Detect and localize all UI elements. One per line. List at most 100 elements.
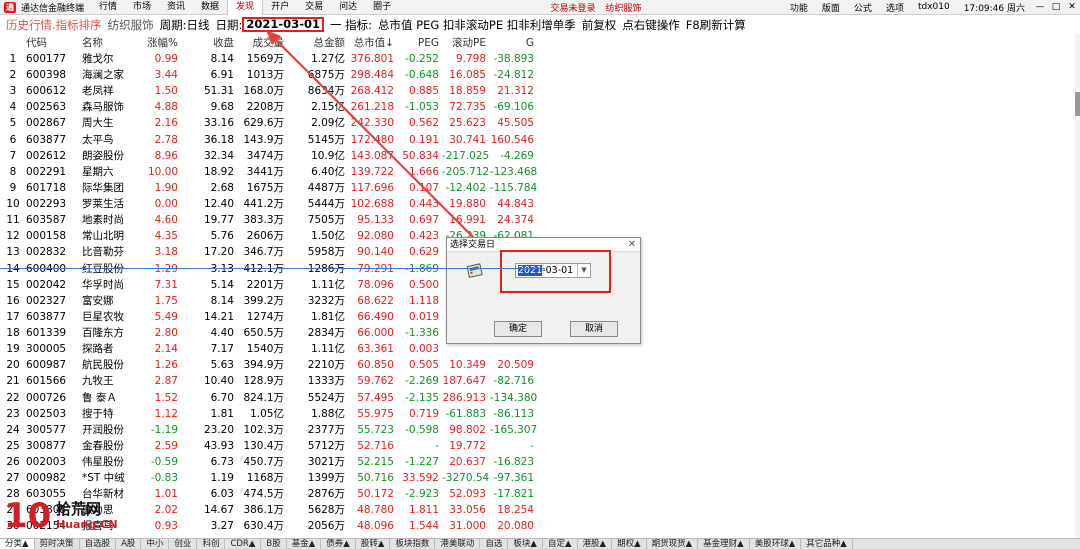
volume: 630.4万: [243, 520, 284, 533]
table-row[interactable]: 26 002003 伟星股份 -0.59 6.73 450.7万 3021万 52.215 -1…: [0, 454, 1075, 470]
table-row[interactable]: 30 002154 报喜鸟 0.93 3.27 630.4万 2056万 48.096 1.54…: [0, 518, 1075, 534]
menu-xuanxiang[interactable]: 选项: [879, 1, 911, 14]
close-window-icon[interactable]: ✕: [1064, 2, 1080, 12]
table-row[interactable]: 3 600612 老凤祥 1.50 51.31 168.0万 8634万 268.412 0.8…: [0, 83, 1075, 99]
table-row[interactable]: 21 601566 九牧王 2.87 10.40 128.9万 1333万 59.762 -2.…: [0, 373, 1075, 389]
col-amount[interactable]: 总金额: [290, 35, 346, 51]
table-row[interactable]: 10 002293 罗莱生活 0.00 12.40 441.2万 5444万 102.688 0…: [0, 196, 1075, 212]
bottom-tab[interactable]: 板块指数: [390, 539, 436, 549]
table-row[interactable]: 20 600987 航民股份 1.26 5.63 394.9万 2210万 60.850 0.5…: [0, 357, 1075, 373]
bottom-tab[interactable]: 基金▲: [287, 539, 322, 549]
table-row[interactable]: 27 000982 *ST 中绒 -0.83 1.19 1168万 1399万 50.716 3…: [0, 470, 1075, 486]
g-value: -38.893: [493, 53, 534, 65]
change-pct: 1.90: [154, 181, 178, 194]
bottom-tab[interactable]: 期货现货▲: [647, 539, 699, 549]
cancel-button[interactable]: 取消: [570, 321, 618, 337]
date-value[interactable]: 2021-03-01: [242, 17, 324, 32]
menu-hangqing[interactable]: 行情: [91, 0, 125, 15]
bottom-tab[interactable]: 自选股: [80, 539, 117, 549]
menu-shuju[interactable]: 数据: [193, 0, 227, 15]
minimize-icon[interactable]: —: [1032, 2, 1048, 12]
bottom-tab[interactable]: 基金理财▲: [698, 539, 750, 549]
trade-login-link[interactable]: 交易未登录: [551, 1, 596, 14]
menu-shichang[interactable]: 市场: [125, 0, 159, 15]
bottom-tab[interactable]: 剪时决策: [35, 539, 80, 549]
ok-button[interactable]: 确定: [494, 321, 542, 337]
table-row[interactable]: 2 600398 海澜之家 3.44 6.91 1013万 6875万 298.484 -0.6…: [0, 67, 1075, 83]
col-peg[interactable]: PEG: [398, 35, 439, 51]
menu-quanzi[interactable]: 圈子: [365, 0, 399, 15]
date-year-selected[interactable]: 2021: [518, 265, 543, 276]
menu-kaihu[interactable]: 开户: [263, 0, 297, 15]
bottom-tab[interactable]: 港股▲: [578, 539, 613, 549]
bottom-tab[interactable]: 期权▲: [612, 539, 647, 549]
close-price: 4.40: [210, 327, 234, 340]
stock-code: 603587: [26, 214, 67, 227]
bottom-tab[interactable]: 美股环球▲: [750, 539, 802, 549]
table-row[interactable]: 23 002503 搜于特 1.12 1.81 1.05亿 1.88亿 55.975 0.719…: [0, 406, 1075, 422]
table-row[interactable]: 4 002563 森马服饰 4.88 9.68 2208万 2.15亿 261.218 -1.0…: [0, 99, 1075, 115]
close-price: 6.73: [210, 456, 234, 468]
bottom-tab[interactable]: 股转▲: [356, 539, 391, 549]
table-row[interactable]: 1 600177 雅戈尔 0.99 8.14 1569万 1.27亿 376.801 -0.25…: [0, 51, 1075, 67]
menu-banmian[interactable]: 版面: [815, 1, 847, 14]
table-row[interactable]: 5 002867 周大生 2.16 33.16 629.6万 2.09亿 242.330 0.5…: [0, 115, 1075, 131]
table-row[interactable]: 6 603877 太平鸟 2.78 36.18 143.9万 5145万 172.480 0.1…: [0, 132, 1075, 148]
table-row[interactable]: 24 300577 开润股份 -1.19 23.20 102.3万 2377万 55.723-…: [0, 422, 1075, 438]
col-change[interactable]: 涨幅%: [130, 35, 178, 51]
bottom-tab[interactable]: 板块▲: [508, 539, 543, 549]
sector-link[interactable]: 纺织服饰: [606, 1, 642, 14]
vertical-scrollbar[interactable]: [1075, 34, 1080, 538]
row-index: 11: [6, 214, 20, 227]
col-close[interactable]: 收盘: [184, 35, 234, 51]
bottom-tab[interactable]: 其它品种▲: [801, 539, 853, 549]
close-price: 1.81: [210, 407, 234, 420]
bottom-tab[interactable]: 中小: [141, 539, 170, 549]
menu-wenda[interactable]: 问达: [331, 0, 365, 15]
bottom-tab[interactable]: 自定▲: [543, 539, 578, 549]
menu-gongshi[interactable]: 公式: [847, 1, 879, 14]
dialog-close-icon[interactable]: ✕: [628, 238, 636, 252]
period-value[interactable]: 日线: [187, 17, 210, 33]
bottom-tab[interactable]: 科创: [197, 539, 226, 549]
menu-gongneng[interactable]: 功能: [783, 1, 815, 14]
bottom-tab[interactable]: B股: [261, 539, 287, 549]
table-row[interactable]: 7 002612 朗姿股份 8.96 32.34 3474万 10.9亿 143.087 50.…: [0, 148, 1075, 164]
close-price: 6.03: [210, 488, 234, 501]
chevron-down-icon[interactable]: ▼: [577, 264, 590, 277]
scrollbar-thumb[interactable]: [1075, 92, 1080, 116]
g-value: -69.106: [493, 101, 534, 114]
bottom-tab[interactable]: 创业: [169, 539, 198, 549]
bottom-tab[interactable]: 债券▲: [321, 539, 356, 549]
col-g[interactable]: G: [490, 35, 534, 51]
bottom-tab[interactable]: 自选: [480, 539, 509, 549]
g-value: 18.254: [497, 504, 534, 517]
row-index: 22: [6, 391, 20, 404]
table-row[interactable]: 11 603587 地素时尚 4.60 19.77 383.3万 7505万 95.133 0.…: [0, 212, 1075, 228]
change-pct: 5.49: [154, 310, 178, 323]
bottom-tab[interactable]: CDR▲: [225, 539, 262, 549]
menu-jiaoyi[interactable]: 交易: [297, 0, 331, 15]
date-rest[interactable]: -03-01: [542, 265, 573, 276]
close-price: 6.70: [210, 391, 234, 404]
col-volume[interactable]: 成交量: [240, 35, 285, 51]
table-row[interactable]: 25 300877 金春股份 2.59 43.93 130.4万 5712万 52.716-1…: [0, 438, 1075, 454]
menu-zixun[interactable]: 资讯: [159, 0, 193, 15]
table-row[interactable]: 29 603808 歌力思 2.02 14.67 386.1万 5628万 48.780 1.8…: [0, 502, 1075, 518]
indicator-list[interactable]: 总市值 PEG 扣非滚动PE 扣非利增单季: [378, 17, 576, 33]
date-picker-input[interactable]: 2021-03-01 ▼: [515, 263, 591, 278]
bottom-tab[interactable]: 港美联动: [435, 539, 481, 549]
bottom-tab[interactable]: 分类▲: [0, 539, 35, 549]
col-market-cap[interactable]: 总市值↓: [349, 35, 394, 51]
menu-faxian[interactable]: 发现: [227, 0, 264, 15]
table-row[interactable]: 9 601718 际华集团 1.90 2.68 1675万 4487万 117.696 0.10…: [0, 180, 1075, 196]
market-cap: 298.484: [350, 69, 394, 82]
adjust-mode[interactable]: 前复权: [582, 17, 617, 33]
table-row[interactable]: 22 000726 鲁 泰Ａ 1.52 6.70 824.1万 5524万 57.495 -2.…: [0, 390, 1075, 406]
bottom-tab[interactable]: A股: [116, 539, 142, 549]
col-rolling-pe[interactable]: 滚动PE: [442, 35, 486, 51]
col-code[interactable]: 代码: [26, 35, 68, 51]
table-row[interactable]: 8 002291 星期六 10.00 18.92 3441万 6.40亿 139.722 1.6…: [0, 164, 1075, 180]
table-row[interactable]: 28 603055 台华新材 1.01 6.03 474.5万 2876万 50.172 -2.…: [0, 486, 1075, 502]
maximize-icon[interactable]: □: [1048, 2, 1064, 12]
